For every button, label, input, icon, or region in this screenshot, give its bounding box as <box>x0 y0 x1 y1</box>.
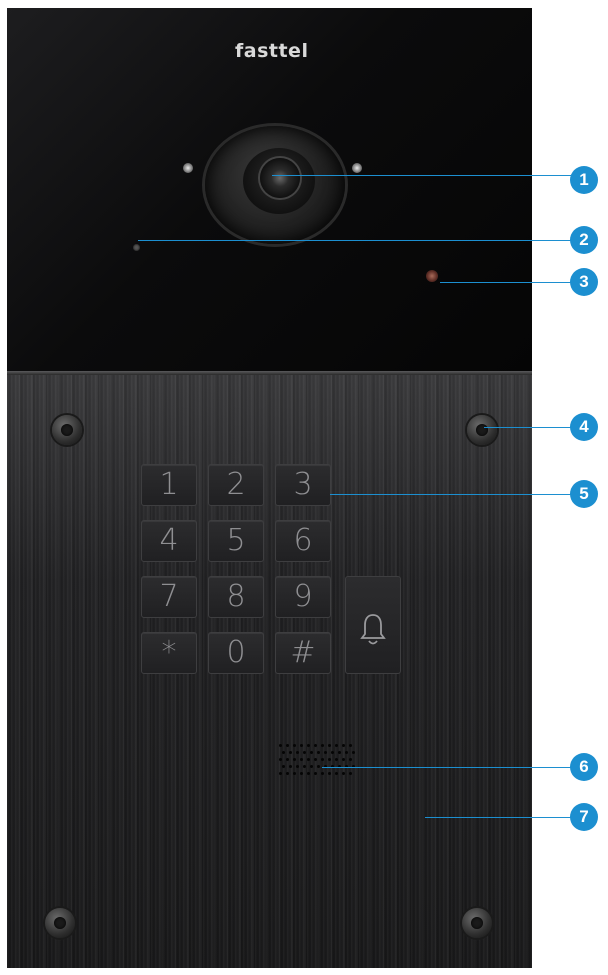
speaker-hole <box>342 772 345 775</box>
speaker-hole <box>279 772 282 775</box>
callout-marker-4: 4 <box>570 413 598 441</box>
speaker-hole <box>300 758 303 761</box>
bell-icon <box>360 614 386 645</box>
brushed-metal-section <box>7 371 532 968</box>
speaker-hole <box>342 744 345 747</box>
callout-line-2 <box>138 240 584 241</box>
key-4[interactable]: 4 <box>141 520 197 562</box>
key-5[interactable]: 5 <box>208 520 264 562</box>
callout-line-5 <box>330 494 584 495</box>
callout-marker-5: 5 <box>570 480 598 508</box>
screw-top-right <box>467 415 497 445</box>
key-3[interactable]: 3 <box>275 464 331 506</box>
key-2[interactable]: 2 <box>208 464 264 506</box>
speaker-hole <box>314 744 317 747</box>
speaker-hole <box>303 765 306 768</box>
callout-marker-6: 6 <box>570 753 598 781</box>
speaker-hole <box>307 744 310 747</box>
brand-logo: fasttel <box>235 40 309 62</box>
speaker-hole <box>335 744 338 747</box>
speaker-hole <box>289 751 292 754</box>
speaker-hole <box>352 751 355 754</box>
speaker-hole <box>321 744 324 747</box>
speaker-hole <box>314 772 317 775</box>
speaker-hole <box>317 765 320 768</box>
callout-line-3 <box>440 282 584 283</box>
doorbell-button[interactable] <box>345 576 401 674</box>
microphone-hole <box>133 244 140 251</box>
callout-marker-2: 2 <box>570 226 598 254</box>
speaker-hole <box>321 772 324 775</box>
speaker-hole <box>289 765 292 768</box>
callout-marker-3: 3 <box>570 268 598 296</box>
speaker-hole <box>338 751 341 754</box>
callout-marker-7: 7 <box>570 803 598 831</box>
key-star[interactable]: * <box>141 632 197 674</box>
speaker-hole <box>310 765 313 768</box>
key-9[interactable]: 9 <box>275 576 331 618</box>
speaker-hole <box>286 772 289 775</box>
speaker-hole <box>282 751 285 754</box>
speaker-hole <box>303 751 306 754</box>
speaker-hole <box>328 772 331 775</box>
speaker-hole <box>279 744 282 747</box>
speaker-grille <box>279 744 355 778</box>
speaker-hole <box>342 758 345 761</box>
callout-line-7 <box>425 817 584 818</box>
speaker-hole <box>345 751 348 754</box>
speaker-hole <box>335 758 338 761</box>
key-8[interactable]: 8 <box>208 576 264 618</box>
speaker-hole <box>307 758 310 761</box>
speaker-hole <box>293 772 296 775</box>
callout-marker-1: 1 <box>570 166 598 194</box>
speaker-hole <box>286 758 289 761</box>
speaker-hole <box>328 744 331 747</box>
speaker-hole <box>331 751 334 754</box>
callout-line-4 <box>484 427 584 428</box>
speaker-hole <box>310 751 313 754</box>
speaker-hole <box>300 772 303 775</box>
led-left <box>183 163 193 173</box>
speaker-hole <box>282 765 285 768</box>
speaker-hole <box>349 772 352 775</box>
key-0[interactable]: 0 <box>208 632 264 674</box>
speaker-hole <box>293 744 296 747</box>
speaker-hole <box>321 758 324 761</box>
speaker-hole <box>349 758 352 761</box>
camera-lens <box>260 158 300 198</box>
speaker-hole <box>279 758 282 761</box>
speaker-hole <box>335 772 338 775</box>
screw-bottom-right <box>462 908 492 938</box>
speaker-hole <box>286 744 289 747</box>
speaker-hole <box>307 772 310 775</box>
key-1[interactable]: 1 <box>141 464 197 506</box>
callout-line-1 <box>272 175 584 176</box>
speaker-hole <box>293 758 296 761</box>
speaker-hole <box>328 758 331 761</box>
led-right <box>352 163 362 173</box>
speaker-hole <box>349 744 352 747</box>
speaker-hole <box>300 744 303 747</box>
key-hash[interactable]: # <box>275 632 331 674</box>
speaker-hole <box>324 751 327 754</box>
screw-top-left <box>52 415 82 445</box>
speaker-hole <box>314 758 317 761</box>
glass-camera-section: fasttel <box>7 8 532 371</box>
key-7[interactable]: 7 <box>141 576 197 618</box>
intercom-panel: fasttel 1 2 3 4 5 6 7 8 9 * 0 # <box>7 8 532 968</box>
screw-bottom-left <box>45 908 75 938</box>
speaker-hole <box>317 751 320 754</box>
speaker-hole <box>296 765 299 768</box>
infrared-sensor <box>426 270 438 282</box>
key-6[interactable]: 6 <box>275 520 331 562</box>
speaker-hole <box>296 751 299 754</box>
callout-line-6 <box>322 767 584 768</box>
